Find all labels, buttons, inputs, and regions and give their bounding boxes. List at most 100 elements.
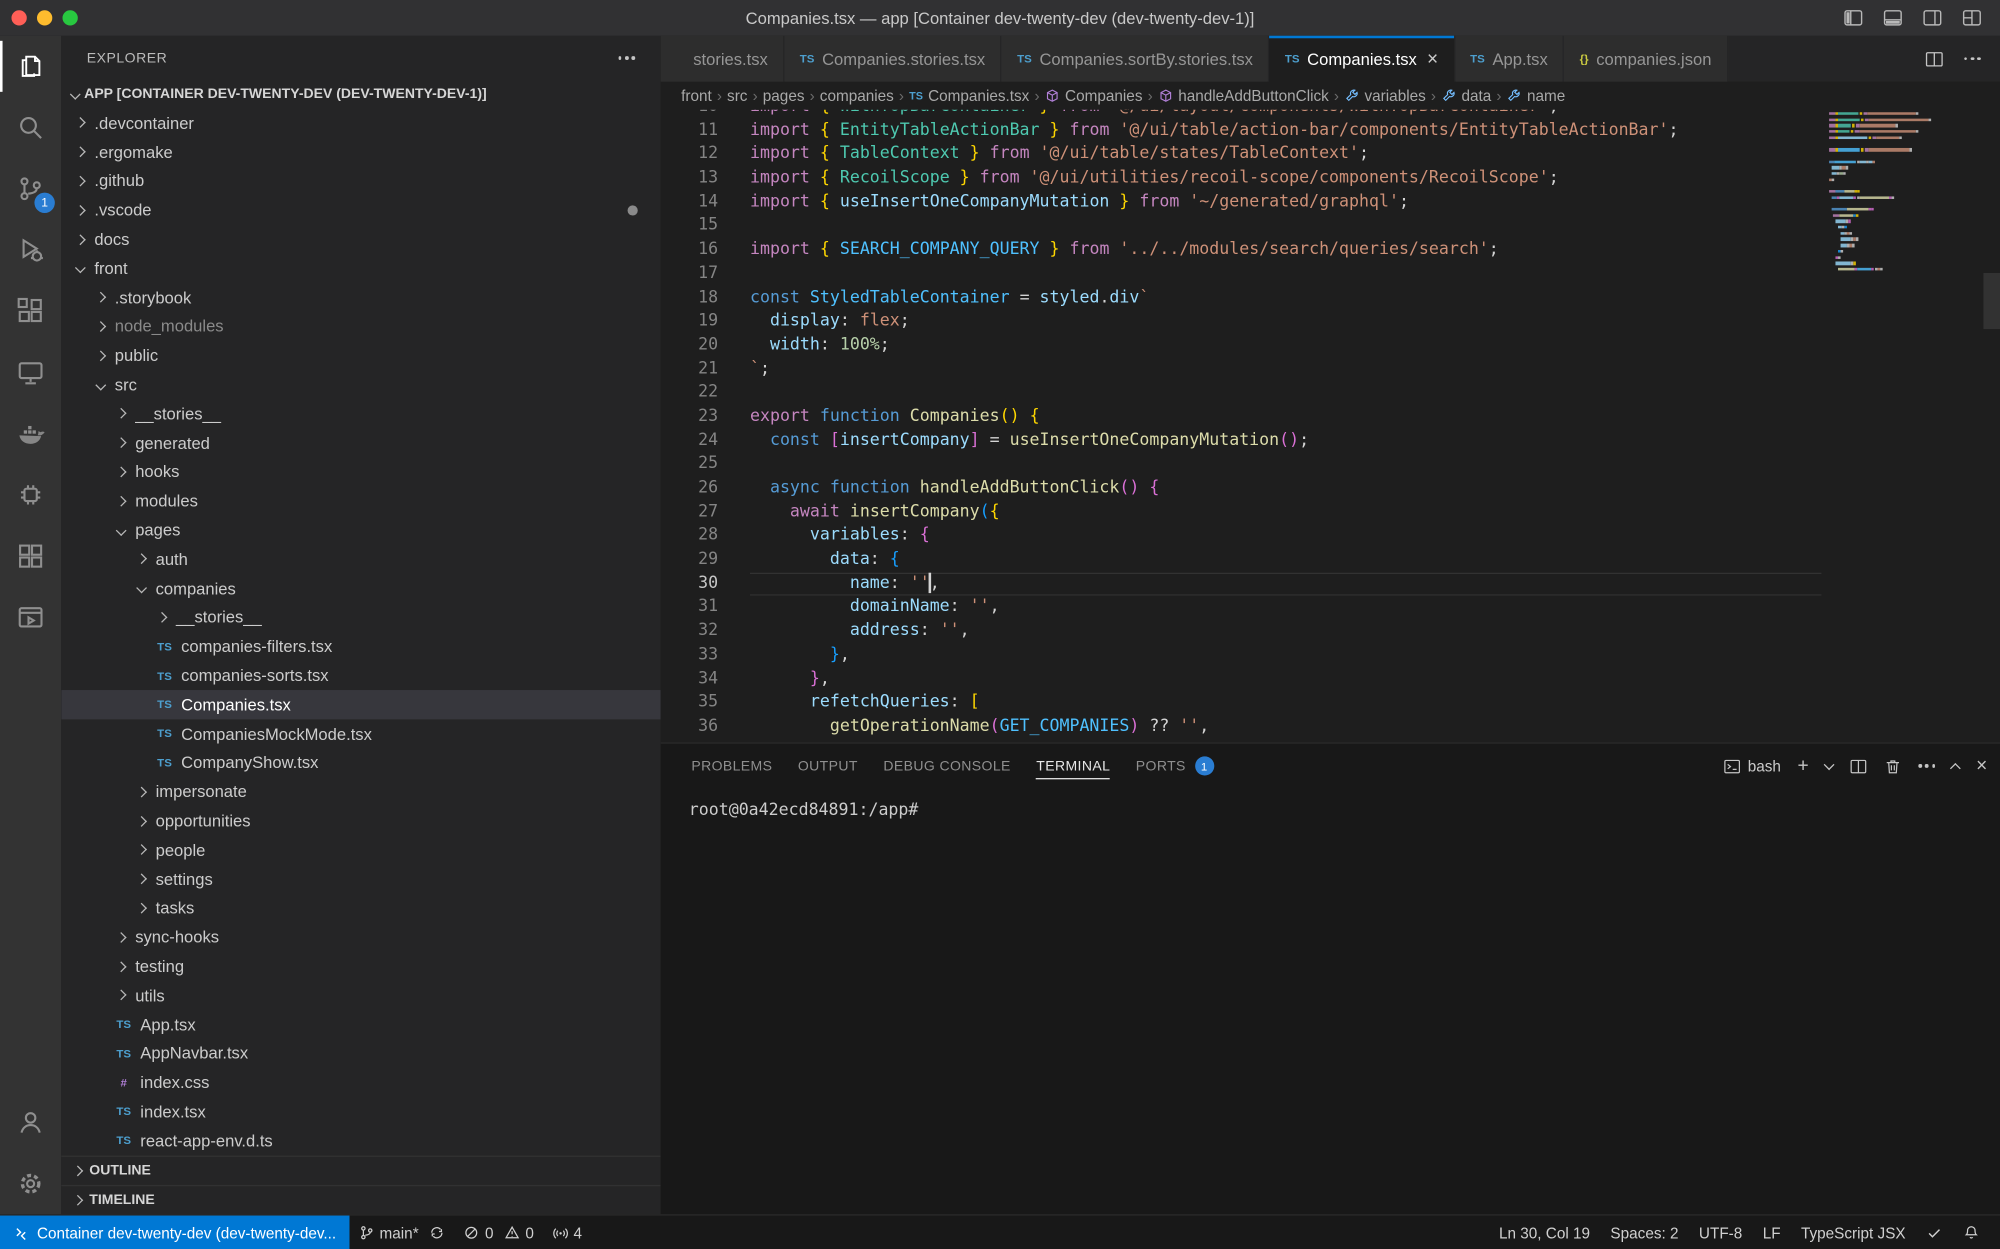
- tree-folder-.github[interactable]: .github: [61, 167, 660, 196]
- code-line-16[interactable]: 16import { SEARCH_COMPANY_QUERY } from '…: [661, 239, 2000, 263]
- tree-file-react-app-env.d.ts[interactable]: TSreact-app-env.d.ts: [61, 1126, 660, 1155]
- tree-folder-opportunities[interactable]: opportunities: [61, 806, 660, 835]
- code-line-34[interactable]: 34 },: [661, 668, 2000, 692]
- code-line-31[interactable]: 31 domainName: '',: [661, 596, 2000, 620]
- tree-file-AppNavbar.tsx[interactable]: TSAppNavbar.tsx: [61, 1039, 660, 1068]
- tree-folder-settings[interactable]: settings: [61, 864, 660, 893]
- tree-file-App.tsx[interactable]: TSApp.tsx: [61, 1010, 660, 1039]
- breadcrumb-name[interactable]: name: [1507, 87, 1566, 105]
- code-line-32[interactable]: 32 address: '',: [661, 620, 2000, 644]
- tree-folder-.devcontainer[interactable]: .devcontainer: [61, 108, 660, 137]
- tree-folder-src[interactable]: src: [61, 370, 660, 399]
- tree-folder-.ergomake[interactable]: .ergomake: [61, 137, 660, 166]
- close-tab-icon[interactable]: ×: [1427, 49, 1438, 68]
- code-line-19[interactable]: 19 display: flex;: [661, 310, 2000, 334]
- panel-tab-terminal[interactable]: TERMINAL: [1024, 744, 1124, 789]
- cursor-position-indicator[interactable]: Ln 30, Col 19: [1489, 1216, 1600, 1249]
- minimap[interactable]: [1829, 112, 1982, 273]
- toggle-panel-icon[interactable]: [1883, 8, 1903, 28]
- panel-tab-ports[interactable]: PORTS1: [1123, 744, 1227, 789]
- code-line-10[interactable]: 10import { WithTopBarContainer } from '@…: [661, 110, 2000, 120]
- tree-file-index.tsx[interactable]: TSindex.tsx: [61, 1097, 660, 1126]
- encoding-indicator[interactable]: UTF-8: [1689, 1216, 1753, 1249]
- tree-folder-companies[interactable]: companies: [61, 574, 660, 603]
- breadcrumb-Companies[interactable]: Companies: [1045, 87, 1143, 105]
- code-editor[interactable]: 10import { WithTopBarContainer } from '@…: [661, 110, 2000, 743]
- tree-folder-__stories__[interactable]: __stories__: [61, 399, 660, 428]
- code-line-26[interactable]: 26 async function handleAddButtonClick()…: [661, 477, 2000, 501]
- grid-extension-activity-button[interactable]: [0, 526, 61, 587]
- breadcrumb-front[interactable]: front: [681, 87, 712, 105]
- tree-folder-node_modules[interactable]: node_modules: [61, 312, 660, 341]
- toggle-sidebar-icon[interactable]: [1843, 8, 1863, 28]
- toggle-secondary-sidebar-icon[interactable]: [1922, 8, 1942, 28]
- code-line-11[interactable]: 11import { EntityTableActionBar } from '…: [661, 119, 2000, 143]
- explorer-more-actions-icon[interactable]: [618, 56, 635, 59]
- notifications-button[interactable]: [1953, 1216, 1990, 1249]
- problems-indicator[interactable]: 0 0: [454, 1216, 542, 1249]
- code-line-21[interactable]: 21`;: [661, 358, 2000, 382]
- code-line-23[interactable]: 23export function Companies() {: [661, 406, 2000, 430]
- terminal-profile[interactable]: bash: [1723, 757, 1780, 775]
- language-indicator[interactable]: TypeScript JSX: [1791, 1216, 1916, 1249]
- tree-folder-tasks[interactable]: tasks: [61, 894, 660, 923]
- tab-App.tsx[interactable]: TSApp.tsx: [1455, 36, 1565, 82]
- kill-terminal-icon[interactable]: [1884, 757, 1902, 775]
- tab-stories.tsx[interactable]: stories.tsx: [661, 36, 785, 82]
- accounts-activity-button[interactable]: [0, 1092, 61, 1153]
- code-line-22[interactable]: 22: [661, 382, 2000, 406]
- source-control-activity-button[interactable]: 1: [0, 158, 61, 219]
- tree-folder-testing[interactable]: testing: [61, 952, 660, 981]
- tab-Companies.stories.tsx[interactable]: TSCompanies.stories.tsx: [784, 36, 1001, 82]
- breadcrumb-Companies.tsx[interactable]: TSCompanies.tsx: [909, 87, 1029, 105]
- tree-file-index.css[interactable]: #index.css: [61, 1068, 660, 1097]
- tree-folder-auth[interactable]: auth: [61, 545, 660, 574]
- code-line-20[interactable]: 20 width: 100%;: [661, 334, 2000, 358]
- tree-folder-__stories__[interactable]: __stories__: [61, 603, 660, 632]
- search-activity-button[interactable]: [0, 97, 61, 158]
- explorer-activity-button[interactable]: [0, 36, 61, 97]
- tree-file-companies-filters.tsx[interactable]: TScompanies-filters.tsx: [61, 632, 660, 661]
- chip-extension-activity-button[interactable]: [0, 464, 61, 525]
- close-window-button[interactable]: [11, 10, 26, 25]
- breadcrumb-companies[interactable]: companies: [820, 87, 894, 105]
- tree-folder-public[interactable]: public: [61, 341, 660, 370]
- remote-indicator[interactable]: Container dev-twenty-dev (dev-twenty-dev…: [0, 1216, 349, 1249]
- code-line-17[interactable]: 17: [661, 263, 2000, 287]
- code-line-36[interactable]: 36 getOperationName(GET_COMPANIES) ?? ''…: [661, 715, 2000, 739]
- code-line-28[interactable]: 28 variables: {: [661, 525, 2000, 549]
- workspace-section-header[interactable]: APP [CONTAINER DEV-TWENTY-DEV (DEV-TWENT…: [61, 80, 660, 108]
- tree-folder-front[interactable]: front: [61, 254, 660, 283]
- editor-scrollbar-thumb[interactable]: [1983, 273, 2000, 329]
- indentation-indicator[interactable]: Spaces: 2: [1600, 1216, 1688, 1249]
- code-line-18[interactable]: 18const StyledTableContainer = styled.di…: [661, 286, 2000, 310]
- breadcrumb-variables[interactable]: variables: [1344, 87, 1426, 105]
- run-debug-activity-button[interactable]: [0, 219, 61, 280]
- forwarded-ports-indicator[interactable]: 4: [543, 1216, 591, 1249]
- editor-more-actions-icon[interactable]: [1964, 57, 1981, 60]
- tree-file-Companies.tsx[interactable]: TSCompanies.tsx: [61, 690, 660, 719]
- eol-indicator[interactable]: LF: [1752, 1216, 1790, 1249]
- tree-folder-hooks[interactable]: hooks: [61, 457, 660, 486]
- terminal-dropdown-icon[interactable]: [1824, 759, 1835, 770]
- breadcrumb-src[interactable]: src: [727, 87, 747, 105]
- tab-Companies.sortBy.stories.tsx[interactable]: TSCompanies.sortBy.stories.tsx: [1002, 36, 1270, 82]
- preview-extension-activity-button[interactable]: [0, 587, 61, 648]
- code-line-25[interactable]: 25: [661, 453, 2000, 477]
- code-line-24[interactable]: 24 const [insertCompany] = useInsertOneC…: [661, 429, 2000, 453]
- settings-activity-button[interactable]: [0, 1153, 61, 1214]
- code-line-35[interactable]: 35 refetchQueries: [: [661, 692, 2000, 716]
- customize-layout-icon[interactable]: [1962, 8, 1982, 28]
- breadcrumb-handleAddButtonClick[interactable]: handleAddButtonClick: [1158, 87, 1329, 105]
- close-panel-icon[interactable]: ×: [1976, 756, 1987, 775]
- tree-folder-.vscode[interactable]: .vscode: [61, 196, 660, 225]
- panel-tab-output[interactable]: OUTPUT: [785, 744, 870, 789]
- tree-folder-modules[interactable]: modules: [61, 486, 660, 515]
- tree-file-CompaniesMockMode.tsx[interactable]: TSCompaniesMockMode.tsx: [61, 719, 660, 748]
- panel-tab-debug-console[interactable]: DEBUG CONSOLE: [871, 744, 1024, 789]
- code-line-29[interactable]: 29 data: {: [661, 549, 2000, 573]
- breadcrumb-data[interactable]: data: [1441, 87, 1491, 105]
- code-line-30[interactable]: 30 name: '',: [661, 572, 2000, 596]
- split-editor-icon[interactable]: [1924, 49, 1943, 68]
- tree-folder-docs[interactable]: docs: [61, 225, 660, 254]
